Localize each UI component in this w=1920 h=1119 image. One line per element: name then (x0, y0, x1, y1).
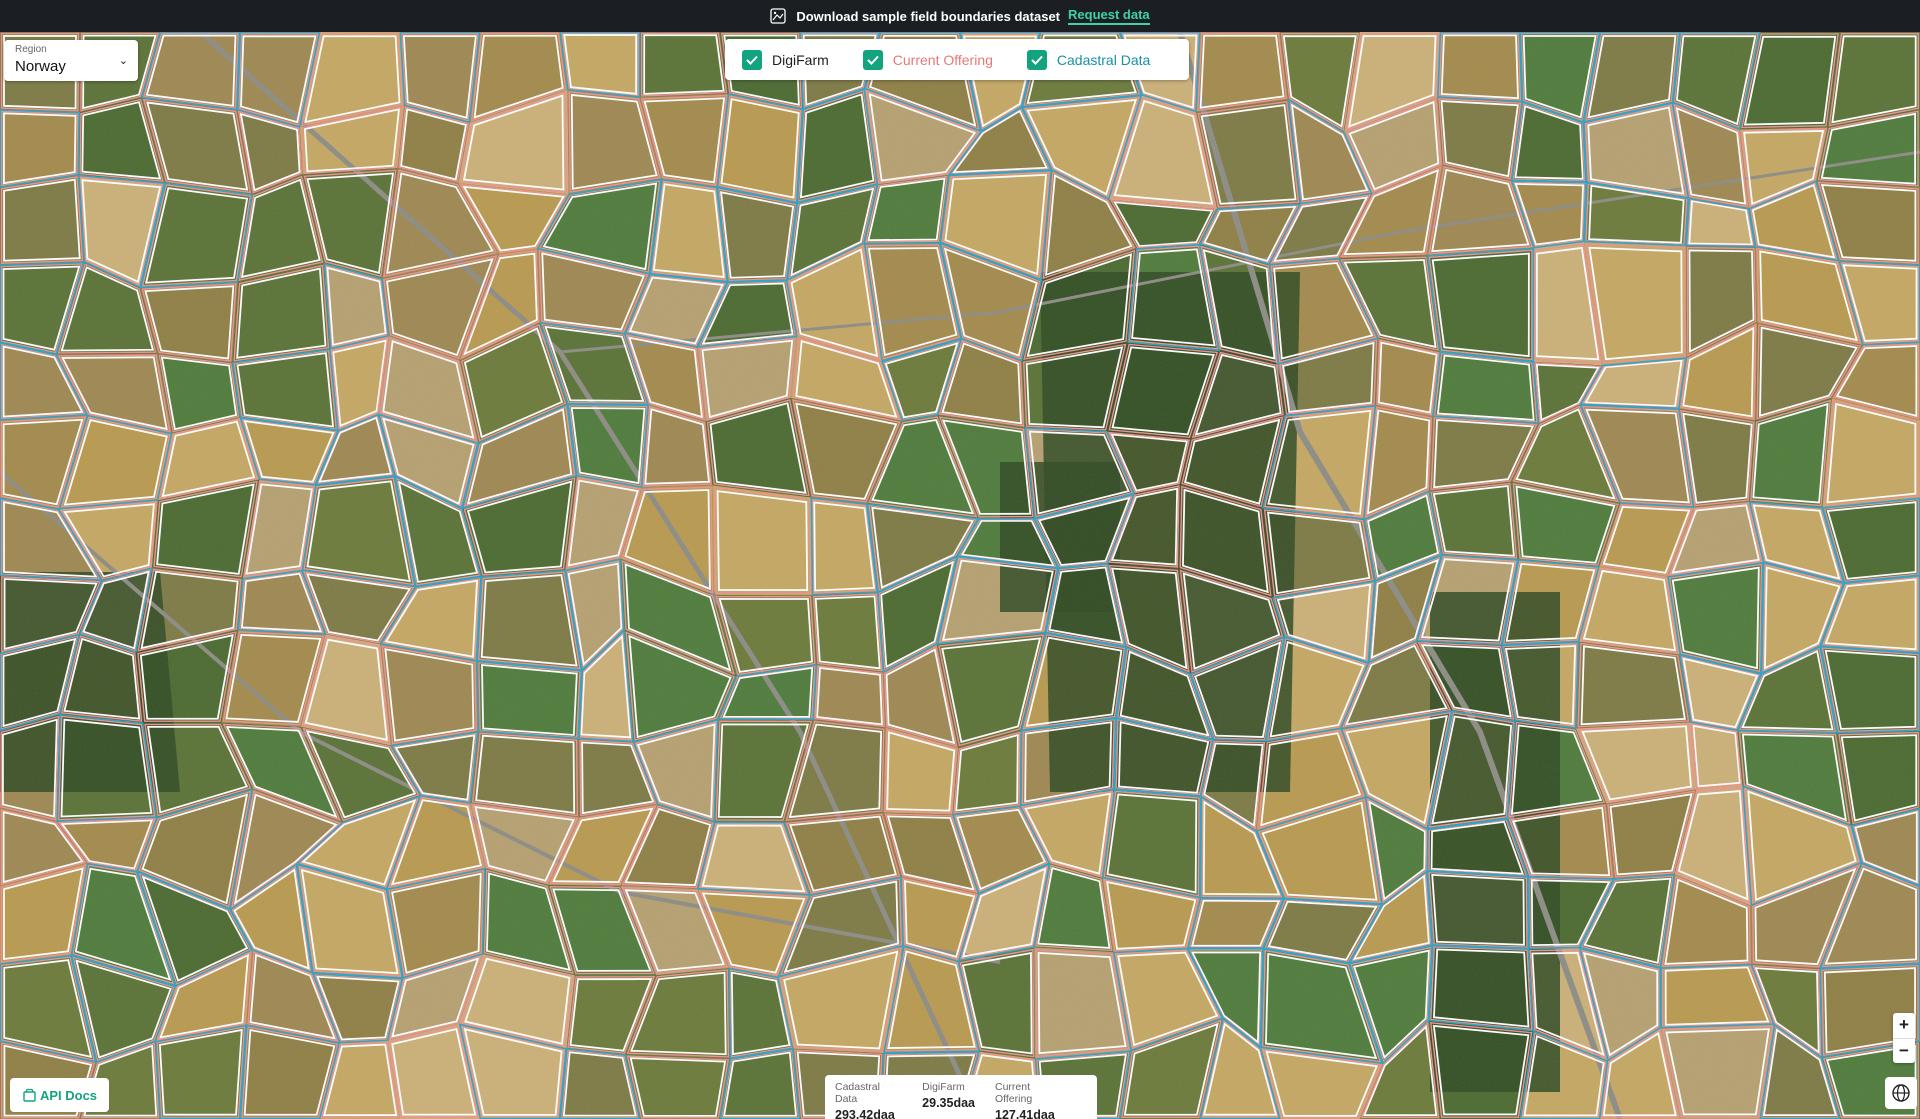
region-select[interactable]: Region Norway ⌄ (4, 40, 138, 81)
image-dataset-icon (770, 8, 786, 24)
checkbox-checked-icon[interactable] (742, 49, 762, 70)
checkbox-checked-icon[interactable] (1026, 49, 1047, 70)
top-banner: Download sample field boundaries dataset… (0, 0, 1920, 32)
layer-toggle-digifarm[interactable]: DigiFarm (742, 49, 829, 70)
chevron-down-icon: ⌄ (118, 55, 128, 67)
satellite-map[interactable] (0, 32, 1920, 1119)
package-icon (23, 1088, 36, 1102)
stat-value: 127.41daa (995, 1108, 1055, 1119)
api-docs-label: API Docs (39, 1087, 98, 1103)
checkbox-checked-icon[interactable] (862, 49, 883, 70)
layer-toggles: DigiFarm Current Offering Cadastral Data (725, 39, 1189, 80)
region-label: Region (15, 44, 47, 55)
api-docs-button[interactable]: API Docs (10, 1078, 109, 1112)
stat-label: Current Offering (995, 1081, 1033, 1105)
stat-label: DigiFarm (922, 1081, 965, 1093)
stat-cadastral: Cadastral Data 293.42daa (835, 1081, 902, 1119)
stat-value: 29.35daa (922, 1096, 975, 1110)
layer-label-digifarm: DigiFarm (772, 51, 829, 68)
banner-text: Download sample field boundaries dataset (796, 8, 1061, 24)
stat-label: Cadastral Data (835, 1081, 880, 1105)
globe-button[interactable] (1885, 1077, 1917, 1109)
zoom-in-button[interactable]: + (1893, 1013, 1915, 1039)
zoom-control: + − (1893, 1013, 1915, 1063)
layer-toggle-current-offering[interactable]: Current Offering (862, 49, 993, 70)
layer-label-current-offering: Current Offering (892, 51, 993, 68)
area-stats-panel: Cadastral Data 293.42daa DigiFarm 29.35d… (825, 1075, 1097, 1119)
stat-digifarm: DigiFarm 29.35daa (922, 1081, 975, 1119)
layer-toggle-cadastral-data[interactable]: Cadastral Data (1026, 49, 1151, 70)
globe-icon (1892, 1084, 1910, 1102)
zoom-out-button[interactable]: − (1893, 1039, 1915, 1064)
request-data-link[interactable]: Request data (1068, 7, 1150, 25)
stat-value: 293.42daa (835, 1108, 895, 1119)
region-value: Norway (15, 58, 66, 75)
layer-label-cadastral-data: Cadastral Data (1056, 51, 1151, 68)
stat-current-offering: Current Offering 127.41daa (995, 1081, 1067, 1119)
